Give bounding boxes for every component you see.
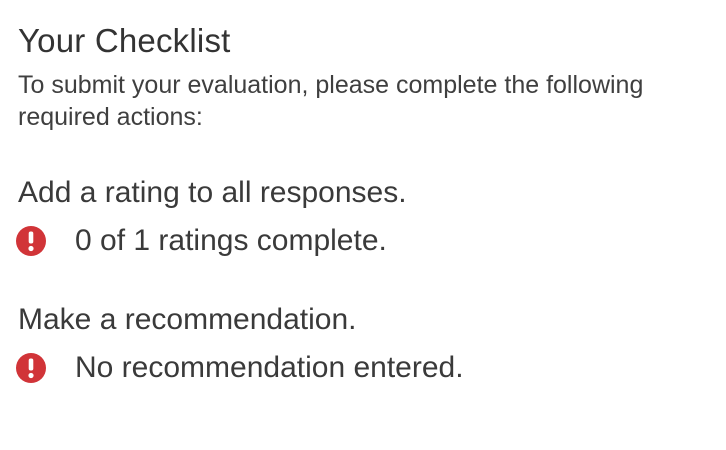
task-recommendation-status-text: No recommendation entered.: [75, 351, 464, 384]
checklist-panel: Your Checklist To submit your evaluation…: [0, 0, 726, 450]
task-rating-status-text: 0 of 1 ratings complete.: [75, 224, 387, 257]
task-rating-status: 0 of 1 ratings complete.: [14, 224, 387, 258]
task-rating-label: Add a rating to all responses.: [18, 176, 407, 209]
alert-circle-icon: [14, 224, 48, 258]
checklist-title: Your Checklist: [18, 22, 231, 59]
task-recommendation-status: No recommendation entered.: [14, 351, 464, 385]
checklist-intro: To submit your evaluation, please comple…: [18, 71, 644, 131]
alert-circle-icon: [14, 351, 48, 385]
task-recommendation-label: Make a recommendation.: [18, 303, 357, 336]
